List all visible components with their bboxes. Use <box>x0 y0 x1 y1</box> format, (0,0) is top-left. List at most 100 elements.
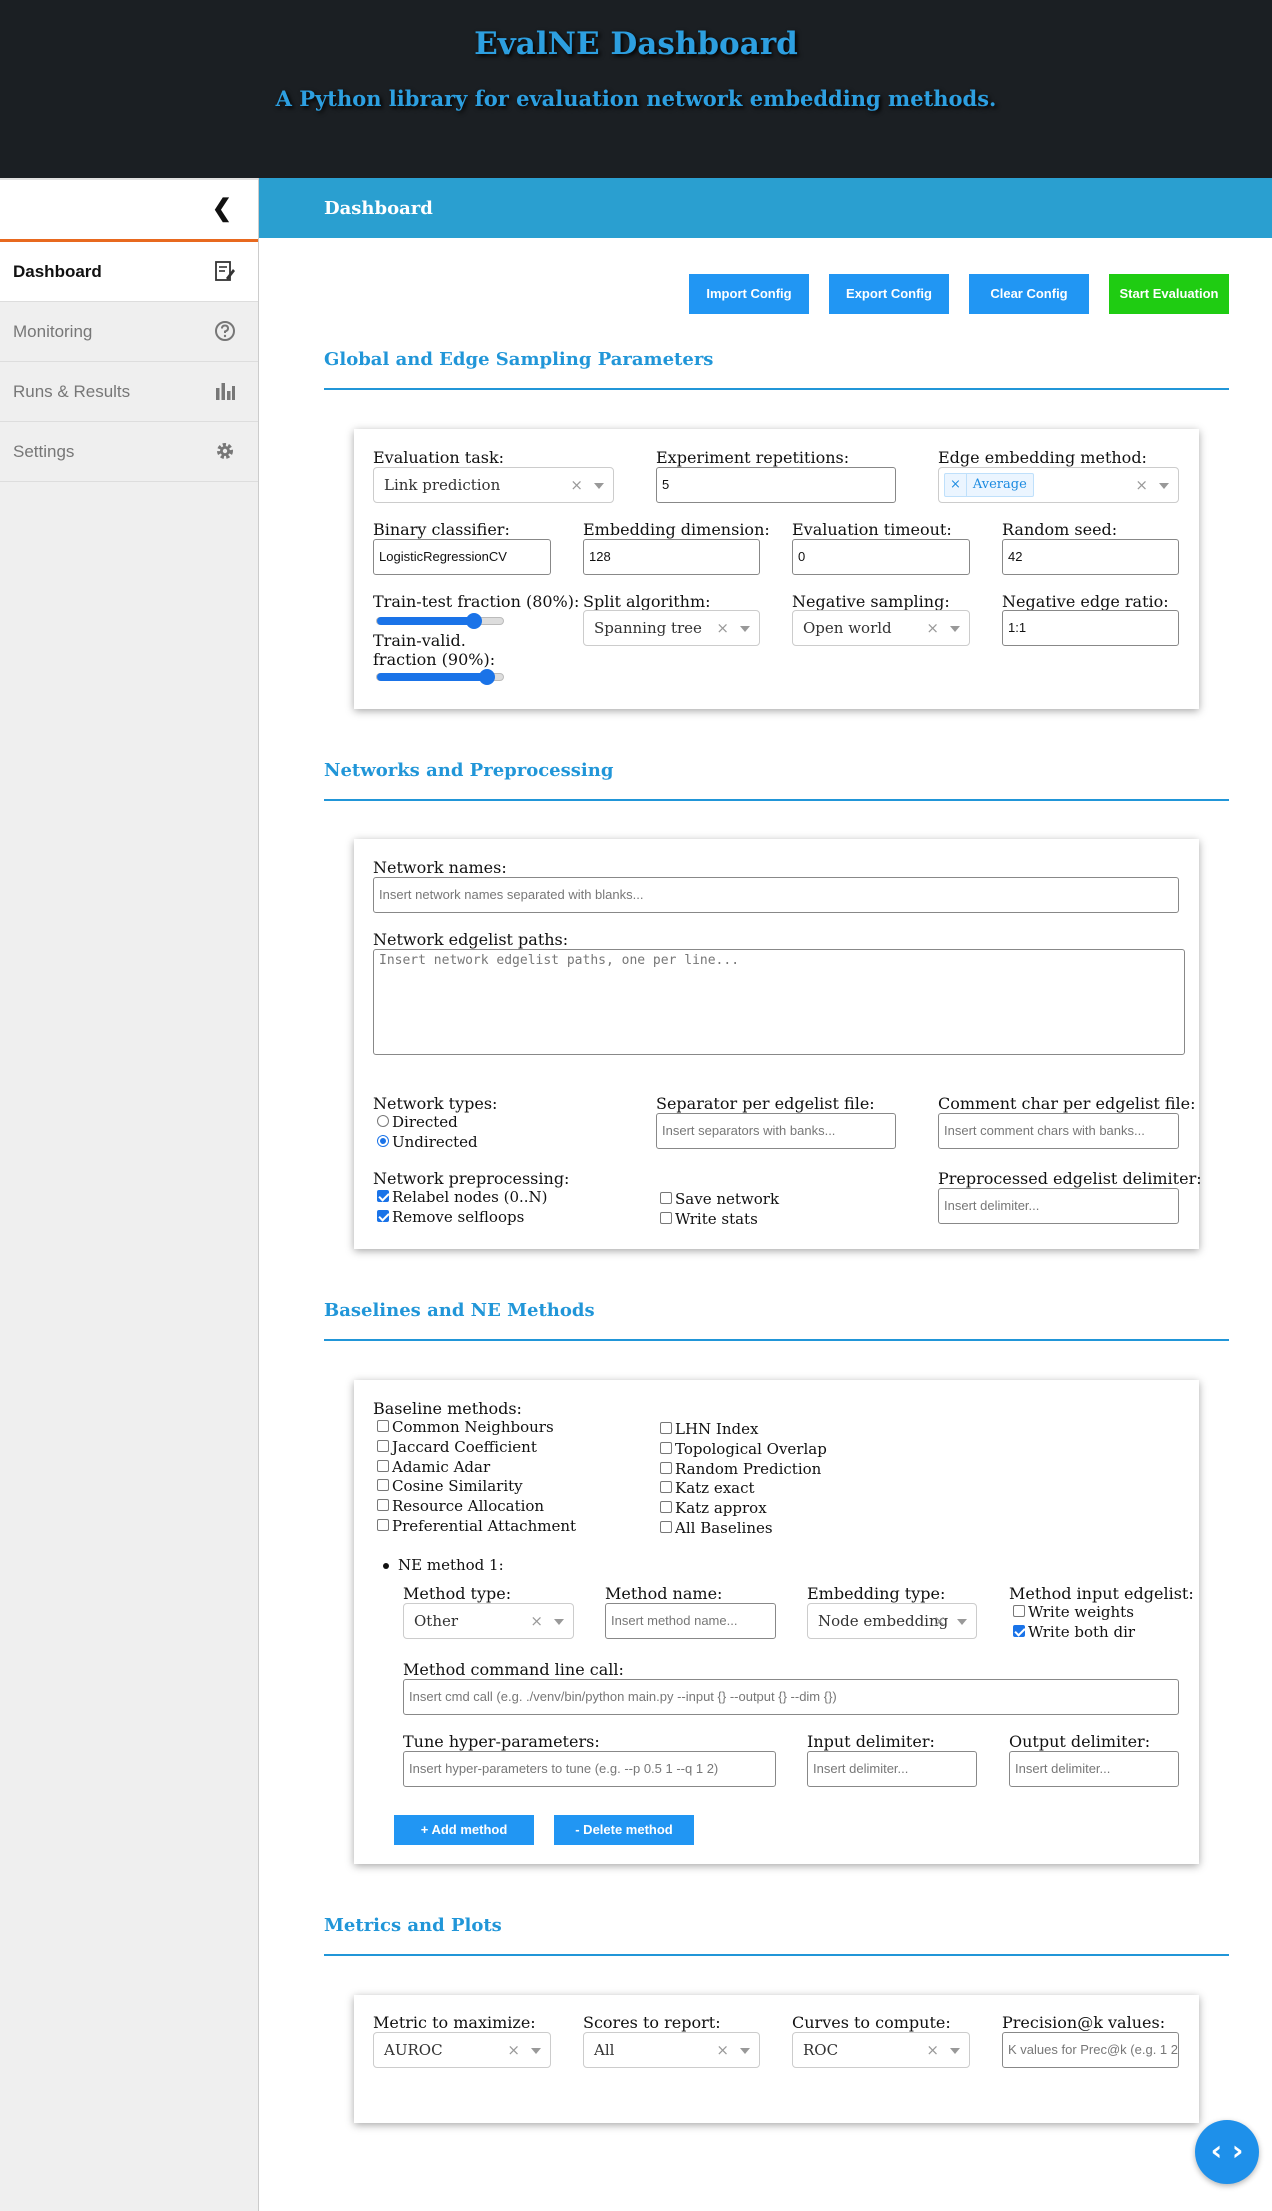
radio-button[interactable] <box>377 1135 389 1147</box>
checkbox[interactable] <box>377 1420 389 1432</box>
baseline-checkbox[interactable]: LHN Index <box>660 1420 758 1439</box>
baseline-checkbox[interactable]: All Baselines <box>660 1519 773 1538</box>
tune-params-input[interactable]: Insert hyper-parameters to tune (e.g. --… <box>403 1751 776 1787</box>
remove-chip-icon[interactable]: × <box>945 474 967 496</box>
method-name-input[interactable]: Insert method name... <box>605 1603 776 1639</box>
write-weights-checkbox[interactable]: Write weights <box>1013 1603 1134 1622</box>
comment-char-input[interactable]: Insert comment chars with banks... <box>938 1113 1179 1149</box>
radio-button[interactable] <box>377 1115 389 1127</box>
train-valid-slider[interactable] <box>376 669 504 685</box>
delete-method-button[interactable]: - Delete method <box>554 1815 694 1845</box>
cmd-call-input[interactable]: Insert cmd call (e.g. ./venv/bin/python … <box>403 1679 1179 1715</box>
embed-dim-input[interactable]: 128 <box>583 539 760 575</box>
slider-handle[interactable] <box>466 613 482 629</box>
checkbox[interactable] <box>377 1519 389 1531</box>
split-alg-select[interactable]: Spanning tree × <box>583 610 760 646</box>
output-delimiter-input[interactable]: Insert delimiter... <box>1009 1751 1179 1787</box>
page-title: Dashboard <box>324 198 433 219</box>
clear-icon[interactable]: × <box>507 2041 520 2059</box>
delimiter-input[interactable]: Insert delimiter... <box>938 1188 1179 1224</box>
clear-icon[interactable]: × <box>716 2041 729 2059</box>
baseline-checkbox[interactable]: Resource Allocation <box>377 1497 544 1516</box>
baseline-checkbox[interactable]: Random Prediction <box>660 1460 821 1479</box>
train-valid-label: Train-valid. fraction (90%): <box>373 631 496 669</box>
checkbox[interactable] <box>660 1192 672 1204</box>
separator-input[interactable]: Insert separators with banks... <box>656 1113 896 1149</box>
checkbox[interactable] <box>660 1422 672 1434</box>
edge-embed-select[interactable]: × Average × <box>938 467 1179 503</box>
checkbox[interactable] <box>660 1501 672 1514</box>
add-method-button[interactable]: + Add method <box>394 1815 534 1845</box>
baseline-checkbox[interactable]: Katz approx <box>660 1499 767 1518</box>
embedding-type-select[interactable]: Node embedding × <box>807 1603 977 1639</box>
sidebar-toggle-button[interactable]: ❮ <box>0 178 258 242</box>
clear-icon[interactable]: × <box>716 619 729 637</box>
clear-config-button[interactable]: Clear Config <box>969 274 1089 314</box>
checkbox[interactable] <box>660 1441 672 1454</box>
metric-maximize-select[interactable]: AUROC × <box>373 2032 551 2068</box>
baseline-checkbox[interactable]: Common Neighbours <box>377 1418 554 1437</box>
checkbox[interactable] <box>377 1479 389 1492</box>
relabel-nodes-checkbox[interactable]: Relabel nodes (0..N) <box>377 1188 548 1207</box>
app-header: EvalNE Dashboard A Python library for ev… <box>0 0 1272 178</box>
clear-icon[interactable]: × <box>570 476 583 494</box>
random-seed-input[interactable]: 42 <box>1002 539 1179 575</box>
checkbox[interactable] <box>377 1439 389 1452</box>
binary-clf-input[interactable]: LogisticRegressionCV <box>373 539 551 575</box>
code-view-button[interactable]: ‹ › <box>1195 2120 1259 2184</box>
checkbox-label: Write both dir <box>1028 1623 1136 1641</box>
checkbox[interactable] <box>660 1461 672 1474</box>
eval-task-select[interactable]: Link prediction × <box>373 467 614 503</box>
checkbox[interactable] <box>1013 1625 1025 1637</box>
checkbox[interactable] <box>377 1190 389 1202</box>
slider-handle[interactable] <box>479 669 495 685</box>
network-names-input[interactable]: Insert network names separated with blan… <box>373 877 1179 913</box>
section-title-networks: Networks and Preprocessing <box>324 760 614 781</box>
checkbox[interactable] <box>1013 1605 1025 1617</box>
baseline-checkbox[interactable]: Katz exact <box>660 1479 755 1498</box>
baseline-checkbox[interactable]: Adamic Adar <box>377 1458 490 1477</box>
write-stats-checkbox[interactable]: Write stats <box>660 1210 758 1229</box>
clear-icon[interactable]: × <box>1135 476 1148 494</box>
sidebar-item-runs-results[interactable]: Runs & Results <box>0 362 258 422</box>
input-delimiter-input[interactable]: Insert delimiter... <box>807 1751 977 1787</box>
checkbox[interactable] <box>660 1521 672 1533</box>
precision-k-input[interactable]: K values for Prec@k (e.g. 1 2 5 10) <box>1002 2032 1179 2068</box>
clear-icon[interactable]: × <box>933 1612 946 1630</box>
export-config-button[interactable]: Export Config <box>829 274 949 314</box>
clear-icon[interactable]: × <box>926 2041 939 2059</box>
remove-selfloops-checkbox[interactable]: Remove selfloops <box>377 1208 524 1227</box>
baseline-checkbox[interactable]: Jaccard Coefficient <box>377 1438 537 1457</box>
baseline-checkbox[interactable]: Topological Overlap <box>660 1440 827 1459</box>
import-config-button[interactable]: Import Config <box>689 274 809 314</box>
save-network-checkbox[interactable]: Save network <box>660 1190 779 1209</box>
edge-embed-label: Edge embedding method: <box>938 448 1147 467</box>
sidebar-item-settings[interactable]: Settings <box>0 422 258 482</box>
checkbox[interactable] <box>660 1212 672 1224</box>
train-test-slider[interactable] <box>376 613 504 629</box>
network-paths-textarea[interactable]: Insert network edgelist paths, one per l… <box>373 949 1185 1055</box>
start-evaluation-button[interactable]: Start Evaluation <box>1109 274 1229 314</box>
scores-select[interactable]: All × <box>583 2032 760 2068</box>
neg-sampling-select[interactable]: Open world × <box>792 610 970 646</box>
directed-radio[interactable]: Directed <box>377 1113 458 1132</box>
checkbox[interactable] <box>377 1499 389 1512</box>
sidebar-item-monitoring[interactable]: Monitoring <box>0 302 258 362</box>
checkbox[interactable] <box>377 1210 389 1222</box>
checkbox[interactable] <box>377 1459 389 1472</box>
write-both-dir-checkbox[interactable]: Write both dir <box>1013 1623 1135 1642</box>
clear-icon[interactable]: × <box>530 1612 543 1630</box>
baseline-checkbox[interactable]: Cosine Similarity <box>377 1477 523 1496</box>
curves-select[interactable]: ROC × <box>792 2032 970 2068</box>
clear-icon[interactable]: × <box>926 619 939 637</box>
sidebar-item-dashboard[interactable]: Dashboard <box>0 242 258 302</box>
chevron-left-icon: ❮ <box>211 195 232 222</box>
eval-timeout-input[interactable]: 0 <box>792 539 970 575</box>
undirected-radio[interactable]: Undirected <box>377 1133 478 1152</box>
method-type-select[interactable]: Other × <box>403 1603 574 1639</box>
neg-ratio-input[interactable]: 1:1 <box>1002 610 1179 646</box>
baseline-checkbox[interactable]: Preferential Attachment <box>377 1517 576 1536</box>
checkbox[interactable] <box>660 1481 672 1494</box>
checkbox-label: Remove selfloops <box>392 1208 525 1226</box>
exp-reps-input[interactable]: 5 <box>656 467 896 503</box>
